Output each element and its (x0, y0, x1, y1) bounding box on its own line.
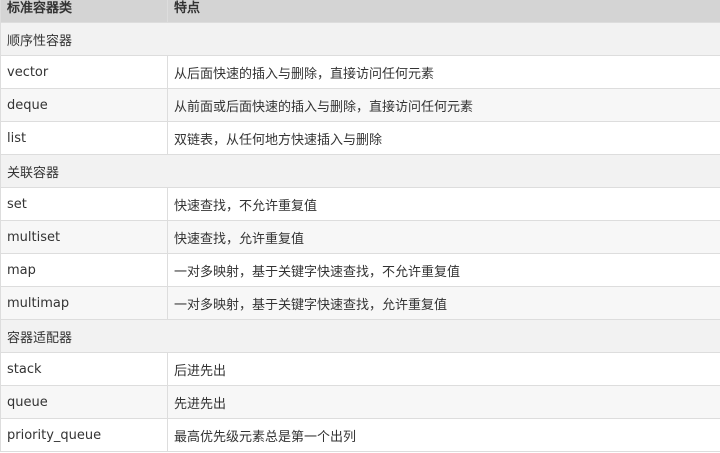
table-row: stack 后进先出 (0, 352, 720, 386)
container-name: multimap (0, 286, 168, 320)
container-name: list (0, 121, 168, 155)
table-body: 顺序性容器 vector 从后面快速的插入与删除，直接访问任何元素 deque … (0, 22, 720, 452)
container-description: 一对多映射，基于关键字快速查找，不允许重复值 (167, 253, 720, 287)
header-features: 特点 (167, 0, 720, 23)
table-row: multiset 快速查找，允许重复值 (0, 220, 720, 254)
container-name: deque (0, 88, 168, 122)
category-row: 关联容器 (0, 154, 720, 188)
table-row: deque 从前面或后面快速的插入与删除，直接访问任何元素 (0, 88, 720, 122)
table-row: queue 先进先出 (0, 385, 720, 419)
container-name: priority_queue (0, 418, 168, 452)
header-container-class: 标准容器类 (0, 0, 168, 23)
table-header-row: 标准容器类 特点 (0, 0, 720, 23)
container-name: set (0, 187, 168, 221)
container-description: 快速查找，不允许重复值 (167, 187, 720, 221)
category-row: 容器适配器 (0, 319, 720, 353)
container-name: queue (0, 385, 168, 419)
container-name: map (0, 253, 168, 287)
container-description: 从后面快速的插入与删除，直接访问任何元素 (167, 55, 720, 89)
table-row: priority_queue 最高优先级元素总是第一个出列 (0, 418, 720, 452)
category-label: 关联容器 (0, 154, 720, 188)
category-label: 容器适配器 (0, 319, 720, 353)
container-name: multiset (0, 220, 168, 254)
container-description: 后进先出 (167, 352, 720, 386)
table-row: list 双链表，从任何地方快速插入与删除 (0, 121, 720, 155)
container-description: 快速查找，允许重复值 (167, 220, 720, 254)
table-row: vector 从后面快速的插入与删除，直接访问任何元素 (0, 55, 720, 89)
container-name: stack (0, 352, 168, 386)
table-row: multimap 一对多映射，基于关键字快速查找，允许重复值 (0, 286, 720, 320)
container-name: vector (0, 55, 168, 89)
container-description: 一对多映射，基于关键字快速查找，允许重复值 (167, 286, 720, 320)
container-description: 先进先出 (167, 385, 720, 419)
container-description: 最高优先级元素总是第一个出列 (167, 418, 720, 452)
table-row: set 快速查找，不允许重复值 (0, 187, 720, 221)
container-table: 标准容器类 特点 顺序性容器 vector 从后面快速的插入与删除，直接访问任何… (0, 0, 720, 452)
category-label: 顺序性容器 (0, 22, 720, 56)
container-description: 双链表，从任何地方快速插入与删除 (167, 121, 720, 155)
table-row: map 一对多映射，基于关键字快速查找，不允许重复值 (0, 253, 720, 287)
container-description: 从前面或后面快速的插入与删除，直接访问任何元素 (167, 88, 720, 122)
category-row: 顺序性容器 (0, 22, 720, 56)
